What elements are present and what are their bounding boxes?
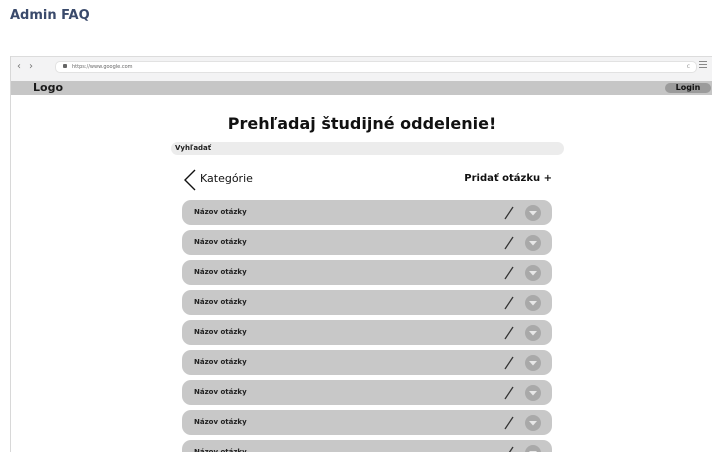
pencil-icon[interactable] <box>502 326 516 340</box>
logo: Logo <box>33 81 63 94</box>
question-row[interactable]: Názov otázky <box>182 230 552 255</box>
page-title: Prehľadaj študijné oddelenie! <box>227 114 497 133</box>
browser-window: ‹ › https://www.google.com c Logo Login … <box>10 56 712 452</box>
expand-button[interactable] <box>525 415 541 431</box>
lock-icon <box>63 64 67 68</box>
question-title: Názov otázky <box>194 298 247 306</box>
address-bar[interactable]: https://www.google.com c <box>55 61 697 73</box>
expand-button[interactable] <box>525 235 541 251</box>
chevron-down-icon <box>529 241 537 246</box>
categories-label: Kategórie <box>200 172 253 185</box>
expand-button[interactable] <box>525 445 541 452</box>
expand-button[interactable] <box>525 355 541 371</box>
page-heading: Admin FAQ <box>10 8 90 23</box>
expand-button[interactable] <box>525 385 541 401</box>
pencil-icon[interactable] <box>502 386 516 400</box>
app-header: Logo Login <box>11 81 712 95</box>
expand-button[interactable] <box>525 205 541 221</box>
back-nav-icon[interactable]: ‹ <box>17 62 21 72</box>
login-button[interactable]: Login <box>665 83 711 93</box>
question-title: Názov otázky <box>194 268 247 276</box>
expand-button[interactable] <box>525 265 541 281</box>
chevron-down-icon <box>529 361 537 366</box>
add-question-button[interactable]: Pridať otázku + <box>464 173 552 184</box>
question-title: Názov otázky <box>194 418 247 426</box>
chevron-down-icon <box>529 391 537 396</box>
pencil-icon[interactable] <box>502 266 516 280</box>
pencil-icon[interactable] <box>502 206 516 220</box>
search-placeholder: Vyhľadať <box>175 144 212 152</box>
chevron-left-icon <box>184 169 196 191</box>
question-row[interactable]: Názov otázky <box>182 260 552 285</box>
question-title: Názov otázky <box>194 208 247 216</box>
question-row[interactable]: Názov otázky <box>182 410 552 435</box>
search-input[interactable]: Vyhľadať <box>171 142 564 155</box>
chevron-down-icon <box>529 451 537 452</box>
forward-nav-icon[interactable]: › <box>29 62 33 72</box>
chevron-down-icon <box>529 211 537 216</box>
question-title: Názov otázky <box>194 448 247 452</box>
pencil-icon[interactable] <box>502 296 516 310</box>
question-row[interactable]: Názov otázky <box>182 200 552 225</box>
expand-button[interactable] <box>525 325 541 341</box>
question-row[interactable]: Názov otázky <box>182 350 552 375</box>
browser-menu-icon[interactable] <box>699 61 707 68</box>
pencil-icon[interactable] <box>502 356 516 370</box>
chevron-down-icon <box>529 421 537 426</box>
question-list: Názov otázky Názov otázky Názov otázky N… <box>182 200 552 452</box>
question-row[interactable]: Názov otázky <box>182 290 552 315</box>
pencil-icon[interactable] <box>502 416 516 430</box>
pencil-icon[interactable] <box>502 236 516 250</box>
chevron-down-icon <box>529 331 537 336</box>
chevron-down-icon <box>529 271 537 276</box>
question-row[interactable]: Názov otázky <box>182 440 552 452</box>
question-title: Názov otázky <box>194 388 247 396</box>
reload-icon[interactable]: c <box>687 62 690 72</box>
question-row[interactable]: Názov otázky <box>182 320 552 345</box>
url-text: https://www.google.com <box>72 64 133 70</box>
question-title: Názov otázky <box>194 238 247 246</box>
question-title: Názov otázky <box>194 358 247 366</box>
question-title: Názov otázky <box>194 328 247 336</box>
browser-chrome: ‹ › https://www.google.com c <box>11 56 712 82</box>
chevron-down-icon <box>529 301 537 306</box>
expand-button[interactable] <box>525 295 541 311</box>
question-row[interactable]: Názov otázky <box>182 380 552 405</box>
pencil-icon[interactable] <box>502 446 516 452</box>
